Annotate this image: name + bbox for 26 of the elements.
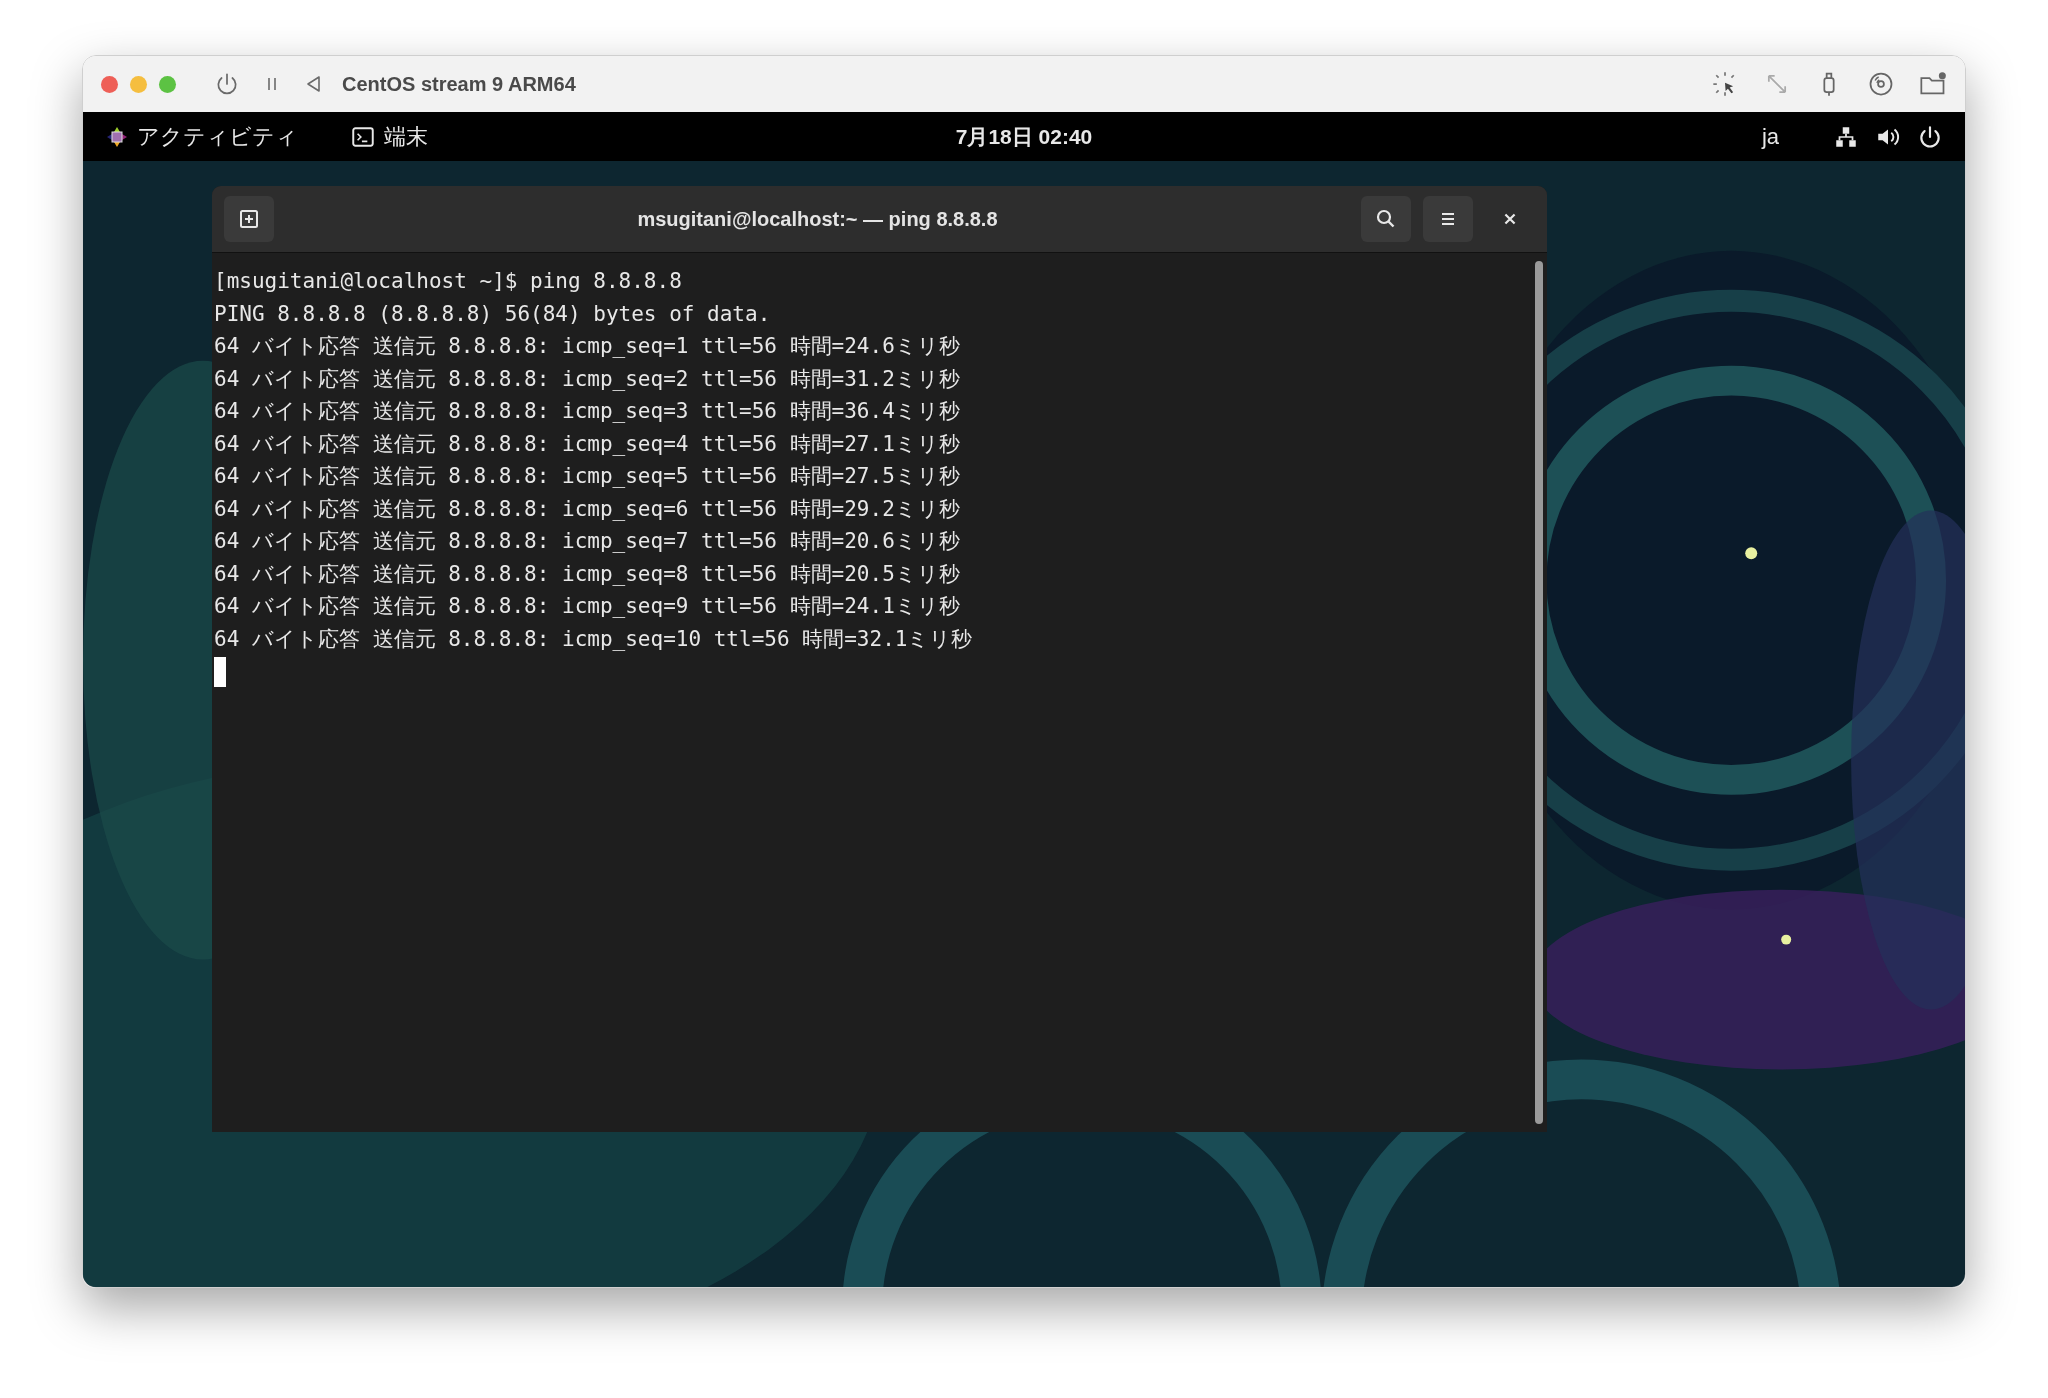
clock[interactable]: 7月18日 02:40 <box>955 120 1093 153</box>
terminal-line: PING 8.8.8.8 (8.8.8.8) 56(84) bytes of data. <box>214 300 771 328</box>
terminal-line: 64 バイト応答 送信元 8.8.8.8: icmp_seq=4 ttl=56 時間=27.1ミリ秒 <box>214 430 960 458</box>
terminal-line: 64 バイト応答 送信元 8.8.8.8: icmp_seq=2 ttl=56 時間=31.2ミリ秒 <box>214 365 960 393</box>
terminal-line: 64 バイト応答 送信元 8.8.8.8: icmp_seq=10 ttl=56 時間=32.1ミリ秒 <box>214 625 973 653</box>
scrollbar[interactable] <box>1535 261 1543 1124</box>
terminal-line: 64 バイト応答 送信元 8.8.8.8: icmp_seq=7 ttl=56 時間=20.6ミリ秒 <box>214 528 960 555</box>
new-tab-icon <box>237 207 261 231</box>
text-cursor <box>214 657 226 687</box>
terminal-line: 64 バイト応答 送信元 8.8.8.8: icmp_seq=5 ttl=56 時間=27.5ミリ秒 <box>214 463 960 490</box>
input-method-indicator[interactable]: ja <box>1761 120 1779 153</box>
menu-button[interactable] <box>1423 196 1473 242</box>
terminal-line: 64 バイト応答 送信元 8.8.8.8: icmp_seq=8 ttl=56 時間=20.5ミリ秒 <box>214 560 960 588</box>
disc-icon[interactable] <box>1867 70 1895 98</box>
activities-button[interactable]: アクティビティ <box>137 120 298 153</box>
terminal-line: [msugitani@localhost ~]$ ping 8.8.8.8 <box>214 268 682 295</box>
terminal-line: 64 バイト応答 送信元 8.8.8.8: icmp_seq=1 ttl=56 時間=24.6ミリ秒 <box>214 333 960 360</box>
app-menu[interactable]: 端末 <box>384 120 428 153</box>
power-icon[interactable] <box>1917 123 1943 150</box>
terminal-line: 64 バイト応答 送信元 8.8.8.8: icmp_seq=3 ttl=56 時間=36.4ミリ秒 <box>214 398 960 425</box>
terminal-line: 64 バイト応答 送信元 8.8.8.8: icmp_seq=9 ttl=56 時間=24.1ミリ秒 <box>214 593 960 620</box>
terminal-line: 64 バイト応答 送信元 8.8.8.8: icmp_seq=6 ttl=56 時間=29.2ミリ秒 <box>214 495 960 523</box>
new-tab-button[interactable] <box>224 196 274 242</box>
search-button[interactable] <box>1361 196 1411 242</box>
window-title: CentOS stream 9 ARM64 <box>342 72 576 97</box>
window-title: msugitani@localhost:~ — ping 8.8.8.8 <box>636 207 999 232</box>
